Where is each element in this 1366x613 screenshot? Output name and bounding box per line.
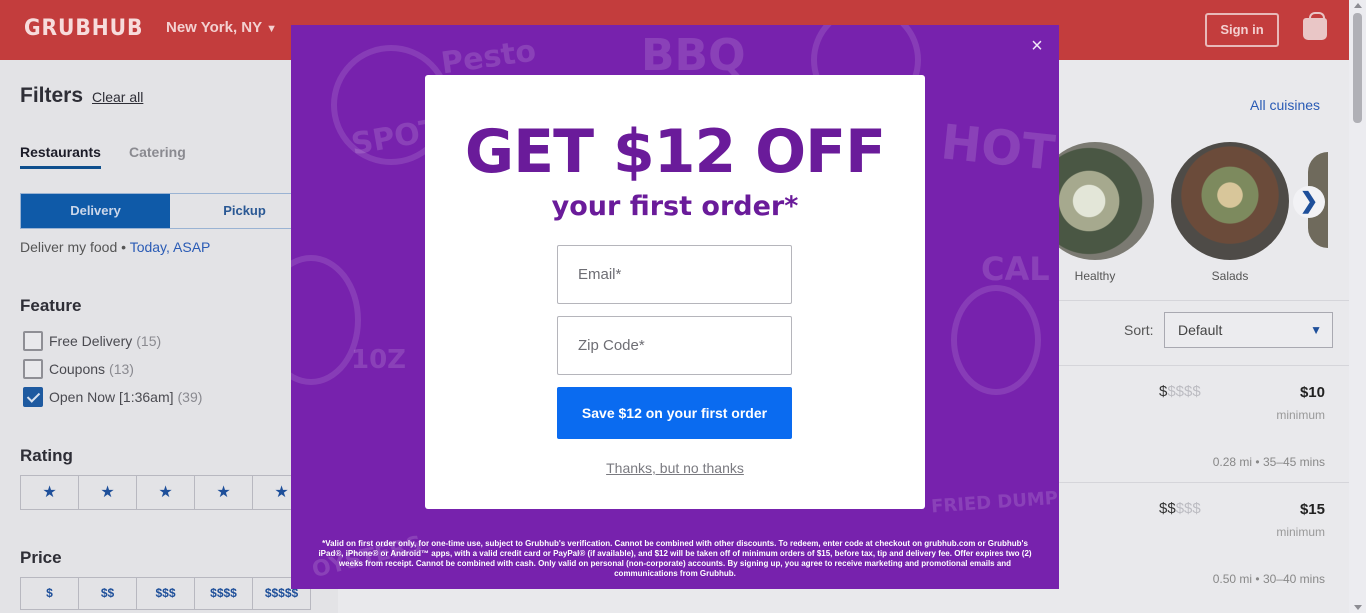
offer-disclaimer: *Valid on first order only, for one-time… (318, 539, 1032, 578)
delivery-time-row: Deliver my food • Today, ASAP (20, 239, 210, 255)
price-heading: Price (20, 548, 62, 567)
email-field[interactable] (557, 245, 792, 304)
chevron-down-icon: ▼ (1310, 323, 1322, 337)
order-type-toggle: Delivery Pickup (20, 193, 320, 229)
checkbox-count: (15) (136, 333, 162, 349)
close-icon[interactable]: × (1026, 35, 1048, 57)
doodle-text: CAL (981, 250, 1050, 288)
filter-open-now[interactable]: Open Now [1:36am] (39) (23, 387, 202, 407)
restaurant-price-level: $$$$$ (1159, 383, 1201, 400)
price-3-button[interactable]: $$$ (136, 577, 195, 610)
divider (1059, 365, 1349, 366)
divider (1059, 300, 1349, 301)
location-label: New York, NY (166, 19, 263, 36)
filters-title: Filters (20, 84, 84, 107)
restaurant-minimum: $15 (1299, 501, 1325, 518)
tab-catering[interactable]: Catering (129, 144, 186, 160)
restaurant-distance-time: 0.28 mi • 35–45 mins (1212, 455, 1325, 469)
checkbox-label: Free Delivery (49, 333, 133, 349)
all-cuisines-link[interactable]: All cuisines (1250, 97, 1320, 113)
clear-all-link[interactable]: Clear all (92, 89, 143, 105)
checkbox-count: (13) (109, 361, 134, 377)
zip-code-field[interactable] (557, 316, 792, 375)
sort-select[interactable]: Default ▼ (1164, 312, 1333, 348)
price-filter: $ $$ $$$ $$$$ $$$$$ (20, 577, 311, 610)
scroll-down-icon[interactable] (1354, 605, 1362, 610)
filter-coupons[interactable]: Coupons (13) (23, 359, 134, 379)
coupons-checkbox[interactable] (23, 359, 43, 379)
restaurant-minimum-label: minimum (1276, 525, 1325, 539)
price-4-button[interactable]: $$$$ (194, 577, 253, 610)
scrollbar-thumb[interactable] (1353, 13, 1362, 123)
shopping-bag-icon[interactable] (1303, 12, 1327, 40)
doodle-text: 10Z (351, 345, 407, 375)
doodle-ring (951, 285, 1041, 395)
checkbox-count: (39) (177, 389, 203, 405)
save-offer-button[interactable]: Save $12 on your first order (557, 387, 792, 439)
offer-subtitle: your first order* (551, 191, 799, 222)
rating-1-star-button[interactable]: ★ (20, 475, 79, 510)
promo-modal: Pesto BBQ HOT SPOT CAL FRIED DUMPLINGS O… (291, 25, 1059, 589)
divider (1059, 482, 1349, 483)
rating-4-star-button[interactable]: ★ (194, 475, 253, 510)
doodle-text: HOT (938, 114, 1058, 182)
restaurant-minimum-label: minimum (1276, 408, 1325, 422)
offer-title: GET $12 OFF (464, 117, 886, 187)
rating-3-star-button[interactable]: ★ (136, 475, 195, 510)
rating-heading: Rating (20, 446, 73, 465)
sort-value: Default (1178, 322, 1223, 338)
filters-sidebar: Filters Clear all Restaurants Catering D… (0, 60, 338, 613)
grubhub-logo[interactable]: GRUBHUB (24, 16, 143, 41)
scroll-up-icon[interactable] (1354, 3, 1362, 8)
checkbox-label: Coupons (49, 361, 106, 377)
restaurant-distance-time: 0.50 mi • 30–40 mins (1212, 572, 1325, 586)
delivery-time-prefix: Deliver my food • (20, 239, 127, 255)
promo-card: GET $12 OFF your first order* Save $12 o… (425, 75, 925, 509)
restaurant-price-level: $$$$$ (1159, 500, 1201, 517)
delivery-time-link[interactable]: Today, ASAP (130, 239, 211, 255)
cuisine-salads-label: Salads (1211, 269, 1249, 283)
price-level-inactive: $$$ (1175, 500, 1201, 517)
doodle-text: BBQ (641, 30, 746, 81)
checkbox-label: Open Now [1:36am] (49, 389, 174, 405)
price-level-inactive: $$$$ (1167, 383, 1201, 400)
price-1-button[interactable]: $ (20, 577, 79, 610)
page-scrollbar[interactable] (1349, 0, 1366, 613)
free-delivery-checkbox[interactable] (23, 331, 43, 351)
sort-label: Sort: (1124, 322, 1154, 338)
carousel-next-icon[interactable]: ❯ (1293, 186, 1325, 218)
filter-free-delivery[interactable]: Free Delivery (15) (23, 331, 161, 351)
open-now-checkbox[interactable] (23, 387, 43, 407)
rating-2-star-button[interactable]: ★ (78, 475, 137, 510)
price-2-button[interactable]: $$ (78, 577, 137, 610)
location-selector[interactable]: New York, NY ▼ (166, 19, 277, 36)
decline-offer-link[interactable]: Thanks, but no thanks (425, 460, 925, 476)
price-level-active: $$ (1159, 500, 1176, 517)
tab-restaurants[interactable]: Restaurants (20, 144, 101, 169)
doodle-text: FRIED DUMPLINGS (930, 483, 1059, 518)
cuisine-salads-image[interactable] (1171, 142, 1289, 260)
rating-filter: ★ ★ ★ ★ ★ (20, 475, 311, 510)
restaurant-minimum: $10 (1299, 384, 1325, 401)
sign-in-button[interactable]: Sign in (1205, 13, 1279, 47)
feature-heading: Feature (20, 296, 82, 315)
chevron-down-icon: ▼ (266, 23, 278, 35)
delivery-toggle-button[interactable]: Delivery (21, 194, 170, 228)
